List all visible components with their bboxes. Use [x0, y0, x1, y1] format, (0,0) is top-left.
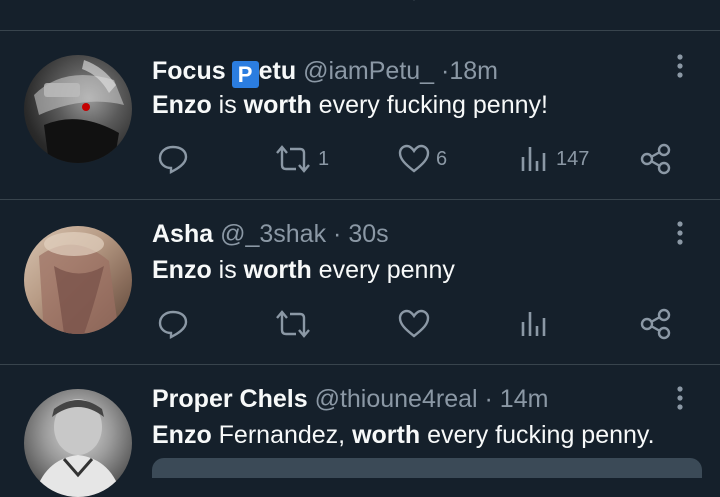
share-button[interactable] [640, 308, 672, 340]
like-button[interactable] [398, 308, 430, 340]
tweet-header: Proper Chels @thioune4real · 14m [152, 385, 548, 414]
tweet[interactable]: Focus Petu @iamPetu_ ·18m Enzo is worth e… [0, 31, 720, 199]
views-button[interactable]: 147 [520, 143, 589, 175]
display-name[interactable]: Asha [152, 220, 213, 248]
retweet-button[interactable]: 1 [274, 143, 329, 175]
display-name[interactable]: Proper Chels [152, 385, 308, 413]
tweet-header: Asha @_3shak · 30s [152, 220, 389, 249]
reply-icon [158, 310, 188, 339]
share-icon[interactable] [648, 0, 670, 4]
tweet-actions [0, 304, 720, 344]
avatar-image [34, 399, 122, 497]
handle[interactable]: @thioune4real [315, 385, 478, 413]
tweet-media[interactable] [152, 458, 702, 478]
like-icon [398, 309, 430, 338]
tweet-text: Enzo is worth every fucking penny! [152, 91, 548, 119]
retweet-icon[interactable] [280, 0, 310, 4]
separator: · [484, 385, 493, 413]
display-name[interactable]: Focus Petu [152, 57, 296, 88]
reply-button[interactable] [157, 143, 189, 175]
tweet-header: Focus Petu @iamPetu_ ·18m [152, 57, 498, 88]
views-button[interactable] [520, 308, 550, 340]
timestamp[interactable]: 30s [348, 220, 388, 248]
views-icon [521, 147, 546, 171]
reply-icon[interactable] [165, 0, 181, 4]
more-icon[interactable] [670, 53, 690, 81]
tweet-text: Enzo Fernandez, worth every fucking penn… [152, 421, 655, 449]
like-icon [398, 144, 430, 173]
views-icon [521, 312, 546, 336]
more-icon[interactable] [670, 385, 690, 413]
like-count: 6 [436, 147, 448, 170]
handle[interactable]: @iamPetu_ [303, 57, 434, 85]
views-icon[interactable] [523, 0, 547, 4]
tweet-text: Enzo is worth every penny [152, 256, 455, 284]
retweet-count: 1 [318, 147, 330, 170]
separator: · [333, 220, 342, 248]
previous-tweet-actions [0, 0, 720, 30]
timestamp[interactable]: 14m [500, 385, 549, 413]
timestamp[interactable]: 18m [449, 57, 498, 85]
share-button[interactable] [640, 143, 672, 175]
share-icon [640, 308, 671, 340]
reply-icon [158, 145, 188, 174]
parking-badge-icon: P [231, 61, 259, 88]
retweet-icon [276, 310, 310, 338]
retweet-button[interactable] [274, 308, 312, 340]
views-count: 147 [556, 147, 590, 170]
share-icon [640, 143, 671, 175]
tweet[interactable]: Asha @_3shak · 30s Enzo is worth every p… [0, 200, 720, 364]
timeline: Focus Petu @iamPetu_ ·18m Enzo is worth e… [0, 0, 720, 497]
avatar[interactable] [24, 389, 132, 497]
tweet-actions: 1 6 147 [0, 139, 720, 179]
like-icon[interactable] [404, 0, 424, 4]
handle[interactable]: @_3shak [220, 220, 326, 248]
more-icon[interactable] [670, 220, 690, 248]
retweet-icon [276, 145, 310, 173]
reply-button[interactable] [157, 308, 189, 340]
like-button[interactable]: 6 [398, 143, 447, 175]
